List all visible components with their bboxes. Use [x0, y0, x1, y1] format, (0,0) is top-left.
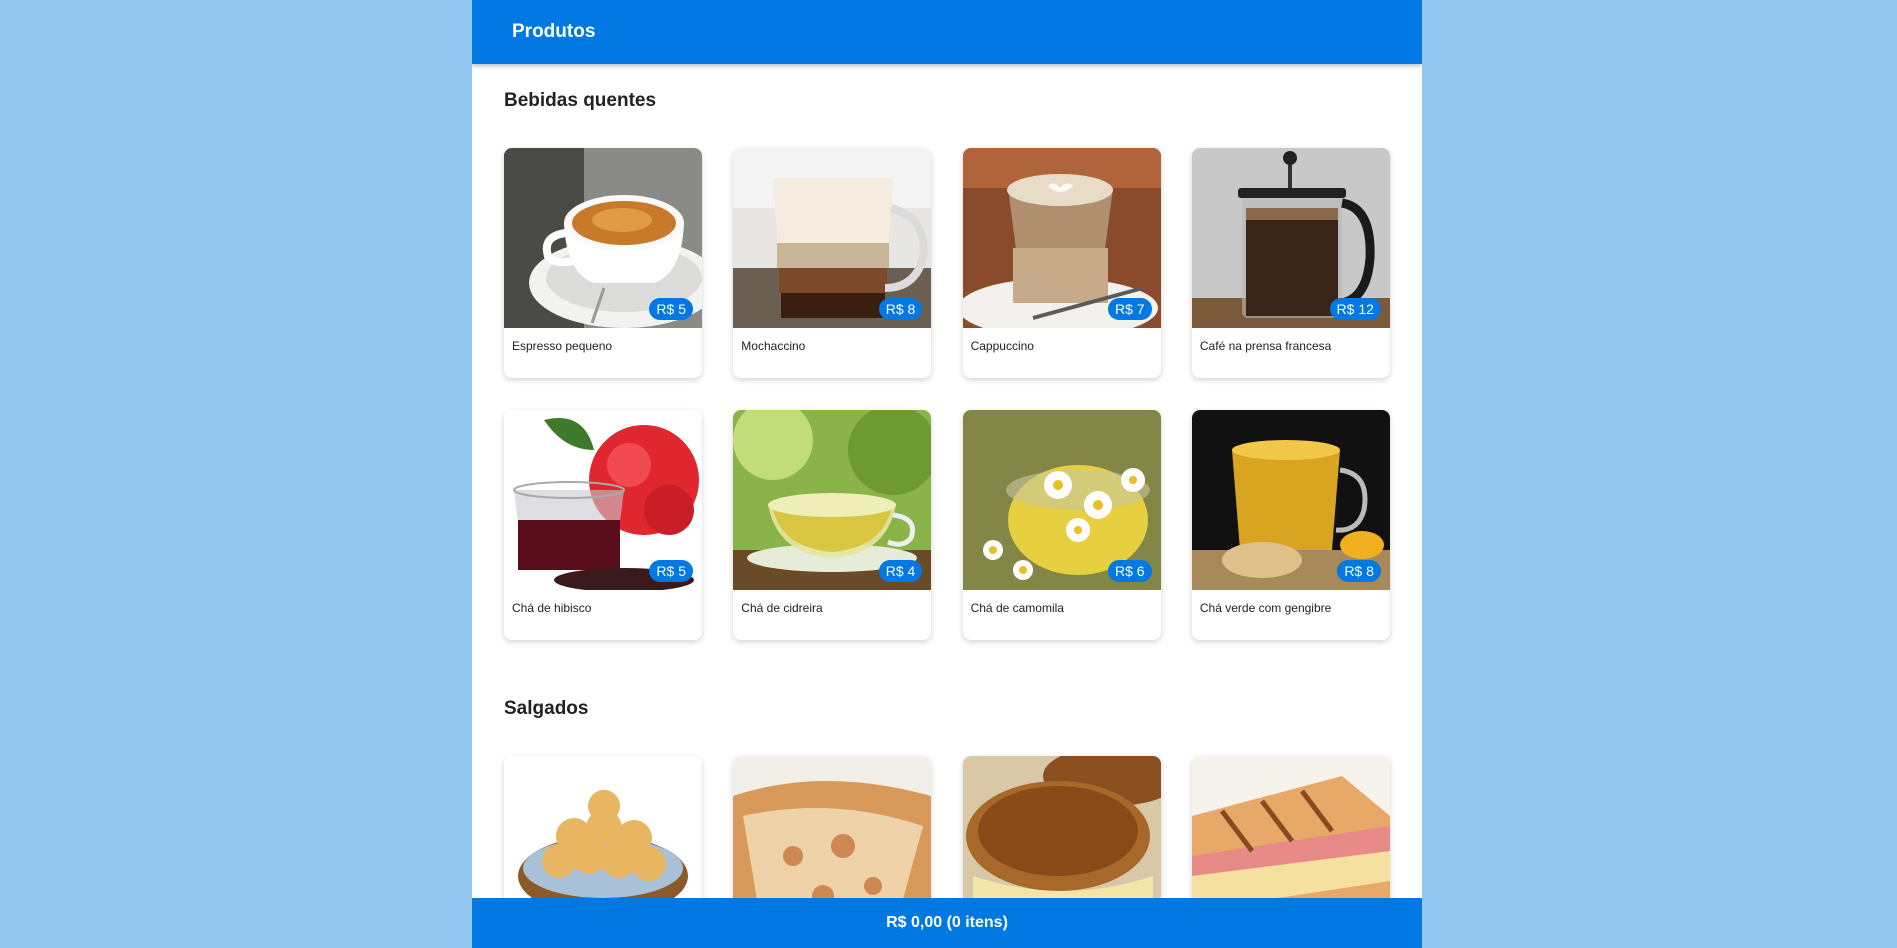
price-badge: R$ 7 [1108, 298, 1152, 320]
product-card[interactable]: R$ 5 Espresso pequeno [504, 148, 702, 378]
price-badge: R$ 8 [1337, 560, 1381, 582]
cart-summary-button[interactable]: R$ 0,00 (0 itens) [472, 898, 1422, 948]
product-grid-hot-drinks: R$ 5 Espresso pequeno R$ 8 Mochaccino R$… [504, 148, 1390, 640]
section-title-hot-drinks: Bebidas quentes [504, 90, 657, 111]
product-grid-savory [504, 756, 1390, 898]
product-card[interactable] [962, 756, 1161, 898]
product-name: Cappuccino [970, 339, 1034, 353]
product-card[interactable]: R$ 5 Chá de hibisco [504, 410, 702, 640]
product-card[interactable] [733, 756, 932, 898]
product-name: Chá de hibisco [512, 601, 592, 615]
cart-summary: R$ 0,00 (0 itens) [886, 914, 1008, 931]
toasted-sandwich-icon [962, 756, 1161, 898]
app-window: Produtos Bebidas quentes R$ 5 Espresso p… [472, 0, 1422, 948]
price-badge: R$ 8 [878, 298, 923, 320]
chamomile-tea-icon: R$ 6 [962, 410, 1161, 590]
french-press-icon: R$ 12 [1191, 148, 1390, 328]
section-title-savory: Salgados [504, 698, 589, 719]
price-badge: R$ 4 [878, 560, 923, 582]
product-card[interactable] [1191, 756, 1390, 898]
product-name: Chá de camomila [970, 601, 1064, 615]
top-app-bar: Produtos [472, 0, 1422, 64]
espresso-icon: R$ 5 [504, 148, 702, 328]
product-list[interactable]: Bebidas quentes R$ 5 Espresso pequeno R$… [472, 64, 1422, 898]
product-card[interactable]: R$ 8 Chá verde com gengibre [1191, 410, 1390, 640]
page-title: Produtos [512, 21, 596, 42]
cheese-bread-icon [504, 756, 702, 898]
price-badge: R$ 6 [1108, 560, 1152, 582]
lemongrass-tea-icon: R$ 4 [733, 410, 932, 590]
price-badge: R$ 12 [1329, 298, 1381, 320]
product-card[interactable]: R$ 4 Chá de cidreira [733, 410, 932, 640]
ham-cheese-sandwich-icon [1191, 756, 1390, 898]
product-name: Chá de cidreira [741, 601, 823, 615]
product-name: Mochaccino [741, 339, 806, 353]
pizza-slice-icon [733, 756, 932, 898]
hibiscus-tea-icon: R$ 5 [504, 410, 702, 590]
price-badge: R$ 5 [649, 298, 693, 320]
product-card[interactable]: R$ 12 Café na prensa francesa [1191, 148, 1390, 378]
product-card[interactable]: R$ 7 Cappuccino [962, 148, 1161, 378]
mochaccino-icon: R$ 8 [733, 148, 932, 328]
product-name: Chá verde com gengibre [1199, 601, 1332, 615]
product-card[interactable] [504, 756, 702, 898]
cappuccino-icon: R$ 7 [962, 148, 1161, 328]
product-card[interactable]: R$ 6 Chá de camomila [962, 410, 1161, 640]
product-name: Café na prensa francesa [1199, 339, 1332, 353]
ginger-tea-icon: R$ 8 [1191, 410, 1390, 590]
product-name: Espresso pequeno [512, 339, 613, 353]
product-card[interactable]: R$ 8 Mochaccino [733, 148, 932, 378]
price-badge: R$ 5 [649, 560, 693, 582]
